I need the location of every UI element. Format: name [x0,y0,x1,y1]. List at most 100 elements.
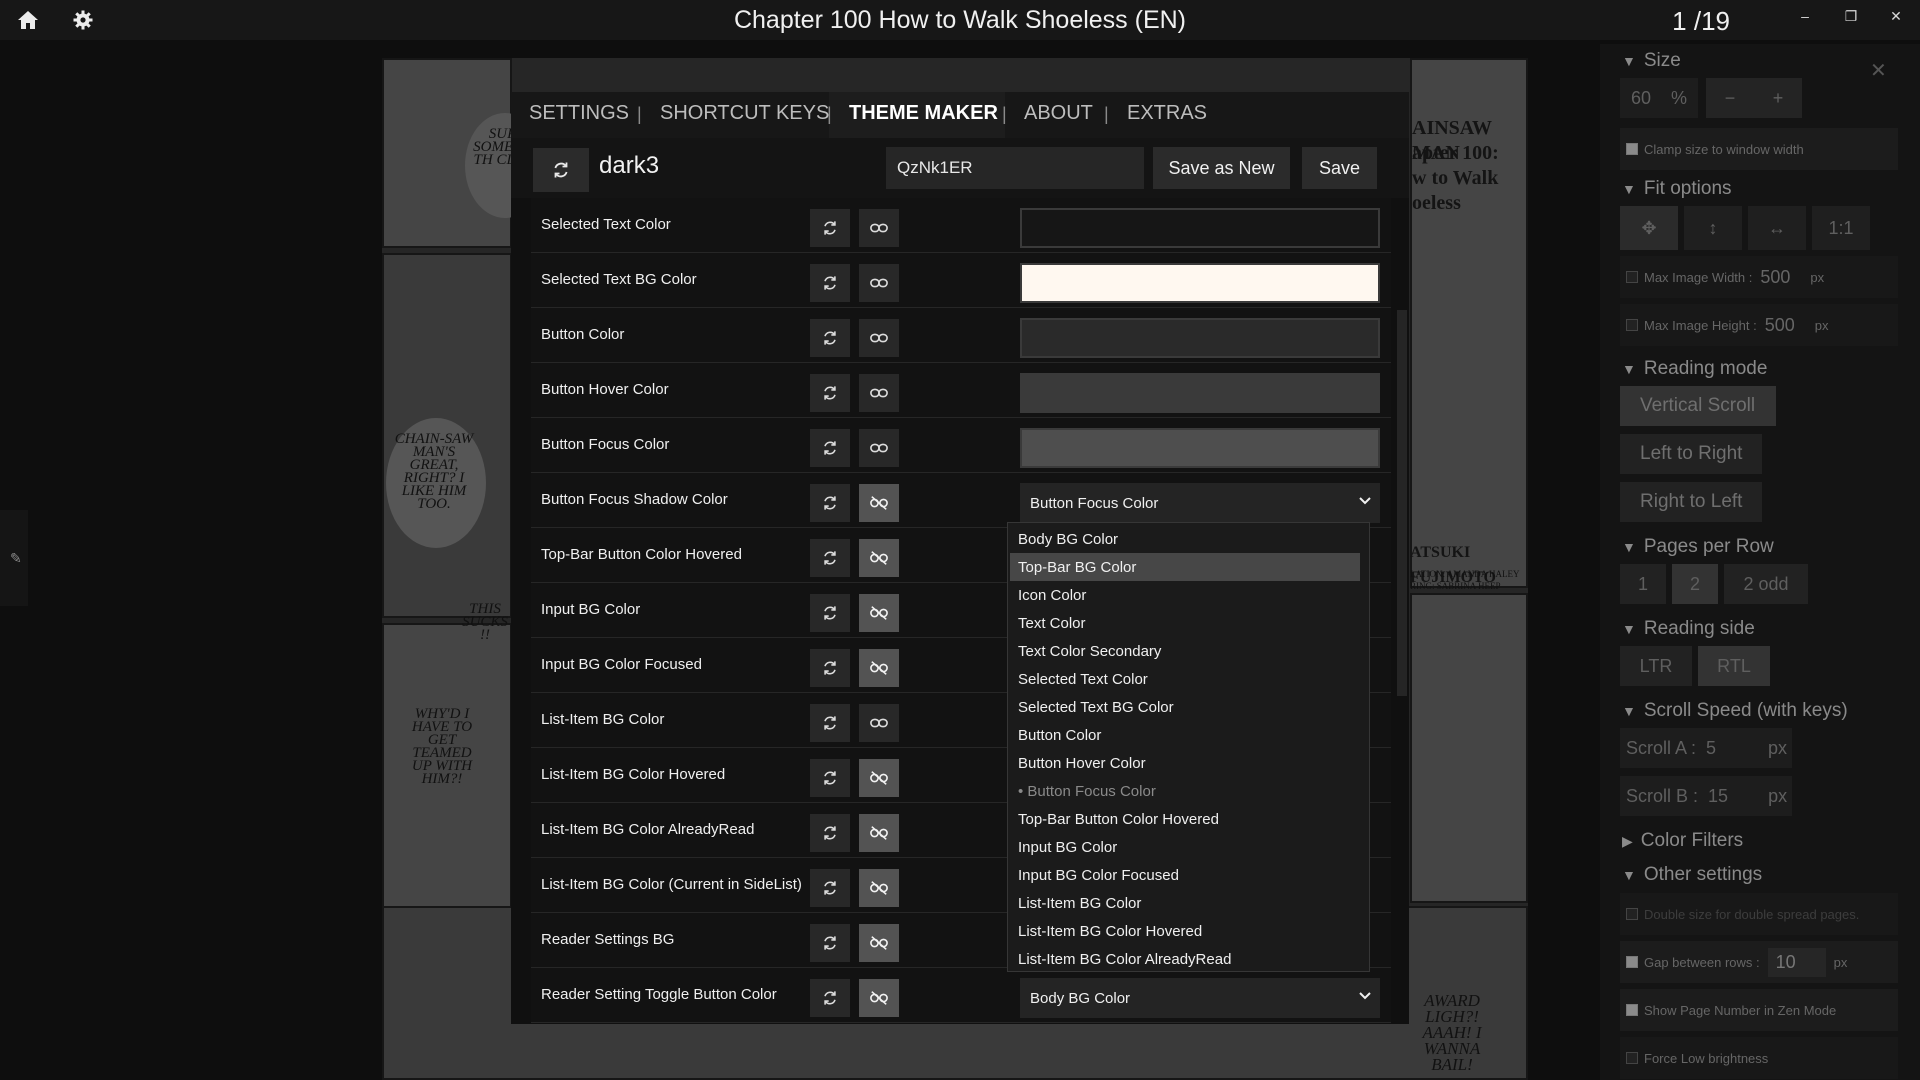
reset-color-button[interactable] [810,814,850,852]
dropdown-option[interactable]: Input BG Color [1008,833,1369,861]
max-width-row[interactable]: Max Image Width :500 px [1620,256,1898,298]
color-swatch[interactable] [1020,318,1380,358]
tab-extras[interactable]: EXTRAS [1127,102,1207,125]
unlink-toggle-button[interactable] [859,484,899,522]
restore-button[interactable]: ❐ [1839,8,1863,25]
dropdown-option[interactable]: • Button Focus Color [1008,777,1369,805]
pages-1-button[interactable]: 1 [1620,564,1666,604]
unlink-toggle-button[interactable] [859,649,899,687]
dropdown-option[interactable]: Icon Color [1008,581,1369,609]
max-height-row[interactable]: Max Image Height :500 px [1620,304,1898,346]
unlink-toggle-button[interactable] [859,924,899,962]
minimize-button[interactable]: – [1793,8,1817,24]
tab-theme-maker[interactable]: THEME MAKER [849,102,998,125]
double-size-toggle[interactable]: Double size for double spread pages. [1620,893,1898,935]
unlink-toggle-button[interactable] [859,539,899,577]
dropdown-option[interactable]: Button Color [1008,721,1369,749]
reset-color-button[interactable] [810,319,850,357]
pages-2-button[interactable]: 2 [1672,564,1718,604]
close-button[interactable]: ✕ [1884,8,1908,25]
scroll-b-input[interactable]: Scroll B :15 px [1620,776,1792,816]
reading-mode-heading[interactable]: ▼ Reading mode [1622,358,1767,380]
force-low-brightness-toggle[interactable]: Force Low brightness [1620,1037,1898,1079]
dropdown-option[interactable]: Top-Bar BG Color [1010,553,1360,581]
unlink-toggle-button[interactable] [859,594,899,632]
fit-height-button[interactable]: ↕ [1684,206,1742,250]
color-source-select[interactable]: Button Focus Color [1020,483,1380,523]
reset-color-button[interactable] [810,924,850,962]
reset-color-button[interactable] [810,429,850,467]
color-swatch[interactable] [1020,428,1380,468]
rtl-button[interactable]: RTL [1698,646,1770,686]
reset-color-button[interactable] [810,594,850,632]
size-input[interactable]: 60% [1620,78,1698,118]
unlink-toggle-button[interactable] [859,759,899,797]
original-size-button[interactable]: 1:1 [1812,206,1870,250]
link-toggle-button[interactable] [859,319,899,357]
reset-color-button[interactable] [810,264,850,302]
right-to-left-button[interactable]: Right to Left [1620,482,1762,522]
reset-color-button[interactable] [810,869,850,907]
show-page-number-toggle[interactable]: Show Page Number in Zen Mode [1620,989,1898,1031]
dropdown-option[interactable]: List-Item BG Color Hovered [1008,917,1369,945]
fit-options-heading[interactable]: ▼ Fit options [1622,178,1732,200]
fit-width-button[interactable]: ↔ [1748,206,1806,250]
size-increase-button[interactable]: + [1754,78,1802,118]
gap-input[interactable]: 10 [1767,947,1826,977]
dropdown-option[interactable]: Selected Text BG Color [1008,693,1369,721]
dropdown-option[interactable]: Input BG Color Focused [1008,861,1369,889]
tab-about[interactable]: ABOUT [1024,102,1093,125]
reset-color-button[interactable] [810,374,850,412]
size-heading[interactable]: ▼ Size [1622,50,1681,72]
other-settings-heading[interactable]: ▼ Other settings [1622,864,1762,886]
theme-code-input[interactable]: QzNk1ER [886,147,1144,189]
pin-icon[interactable]: ✎ [10,550,22,567]
dropdown-option[interactable]: Button Hover Color [1008,749,1369,777]
color-swatch[interactable] [1020,263,1380,303]
close-icon[interactable]: ✕ [1870,58,1887,83]
clamp-size-toggle[interactable]: Clamp size to window width [1620,128,1898,170]
dropdown-option[interactable]: Top-Bar Button Color Hovered [1008,805,1369,833]
tab-settings[interactable]: SETTINGS [529,102,629,125]
color-filters-heading[interactable]: ▶ Color Filters [1622,830,1743,852]
dropdown-option[interactable]: Body BG Color [1008,525,1369,553]
dropdown-option[interactable]: Text Color Secondary [1008,637,1369,665]
dropdown-option[interactable]: List-Item BG Color AlreadyRead [1008,945,1369,973]
reset-color-button[interactable] [810,649,850,687]
link-toggle-button[interactable] [859,704,899,742]
reset-color-button[interactable] [810,484,850,522]
reset-color-button[interactable] [810,209,850,247]
color-source-select[interactable]: Body BG Color [1020,978,1380,1018]
save-button[interactable]: Save [1302,147,1377,189]
link-toggle-button[interactable] [859,209,899,247]
modal-scrollbar[interactable] [1397,310,1407,696]
link-toggle-button[interactable] [859,374,899,412]
scroll-speed-heading[interactable]: ▼ Scroll Speed (with keys) [1622,700,1848,722]
link-toggle-button[interactable] [859,429,899,467]
dropdown-option[interactable]: List-Item BG Color [1008,889,1369,917]
link-toggle-button[interactable] [859,264,899,302]
left-to-right-button[interactable]: Left to Right [1620,434,1762,474]
color-swatch[interactable] [1020,208,1380,248]
size-decrease-button[interactable]: − [1706,78,1754,118]
color-swatch[interactable] [1020,373,1380,413]
unlink-toggle-button[interactable] [859,979,899,1017]
unlink-toggle-button[interactable] [859,814,899,852]
unlink-toggle-button[interactable] [859,869,899,907]
dropdown-option[interactable]: Selected Text Color [1008,665,1369,693]
pages-2-odd-button[interactable]: 2 odd [1724,564,1808,604]
dropdown-option[interactable]: Text Color [1008,609,1369,637]
gap-between-rows-row[interactable]: Gap between rows :10 px [1620,941,1898,983]
reset-color-button[interactable] [810,759,850,797]
reset-color-button[interactable] [810,704,850,742]
ltr-button[interactable]: LTR [1620,646,1692,686]
refresh-theme-button[interactable] [533,148,589,192]
fit-all-button[interactable]: ✥ [1620,206,1678,250]
reset-color-button[interactable] [810,539,850,577]
pages-per-row-heading[interactable]: ▼ Pages per Row [1622,536,1774,558]
tab-shortcut-keys[interactable]: SHORTCUT KEYS [660,102,829,125]
reading-side-heading[interactable]: ▼ Reading side [1622,618,1755,640]
vertical-scroll-button[interactable]: Vertical Scroll [1620,386,1776,426]
reset-color-button[interactable] [810,979,850,1017]
save-as-new-button[interactable]: Save as New [1153,147,1290,189]
